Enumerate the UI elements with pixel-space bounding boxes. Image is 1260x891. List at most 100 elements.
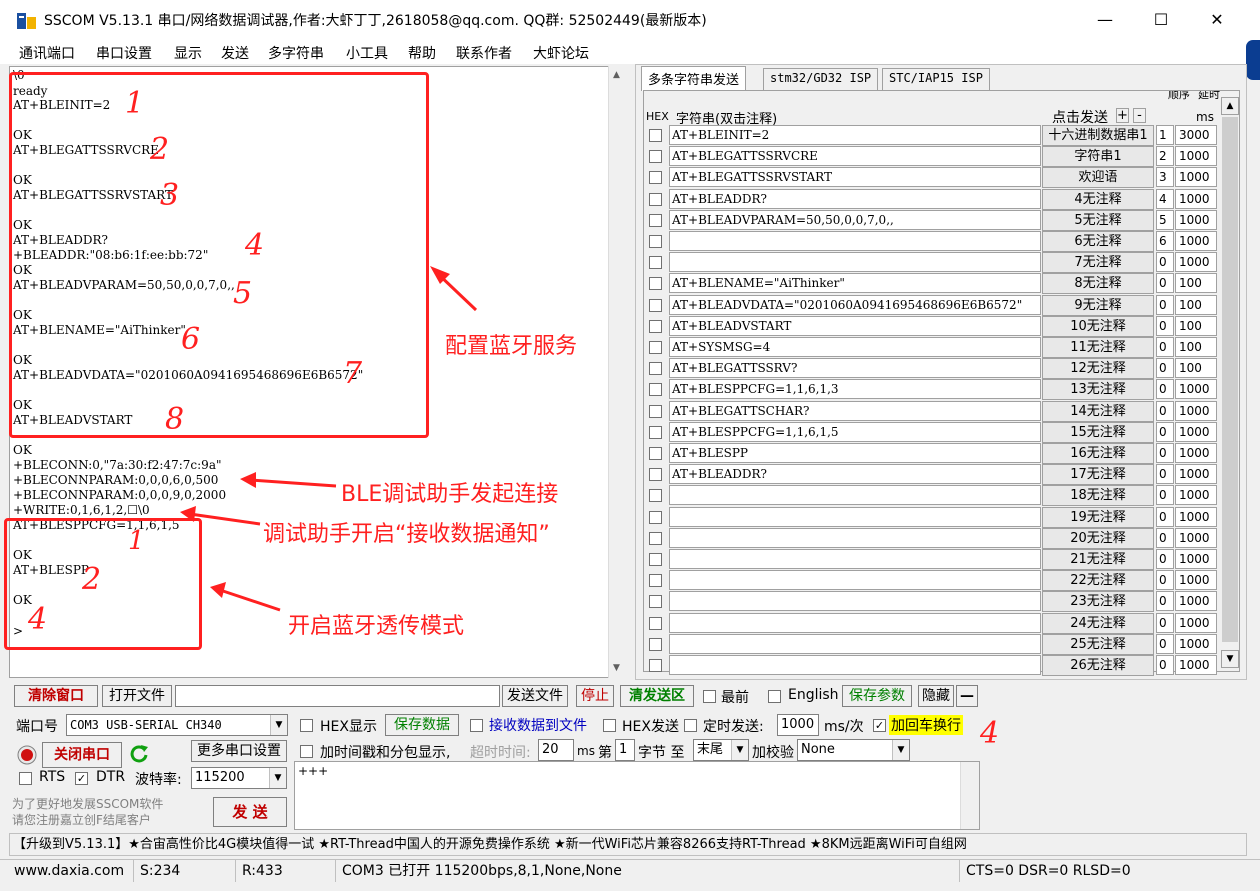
scroll-up-icon[interactable]: ▲ bbox=[609, 67, 624, 83]
scroll-down-icon[interactable]: ▼ bbox=[1221, 650, 1239, 668]
command-input[interactable] bbox=[669, 485, 1041, 506]
send-string-button[interactable]: 6无注释 bbox=[1042, 231, 1154, 252]
send-string-button[interactable]: 12无注释 bbox=[1042, 358, 1154, 380]
maximize-button[interactable]: ☐ bbox=[1138, 6, 1184, 34]
menu-tools[interactable]: 小工具 bbox=[346, 43, 388, 63]
hex-checkbox[interactable] bbox=[649, 298, 662, 312]
send-text-area[interactable] bbox=[294, 761, 980, 830]
send-string-button[interactable]: 23无注释 bbox=[1042, 591, 1154, 613]
send-string-button[interactable]: 10无注释 bbox=[1042, 315, 1154, 337]
hex-checkbox[interactable] bbox=[649, 404, 662, 418]
hex-checkbox[interactable] bbox=[649, 213, 662, 227]
order-input[interactable]: 0 bbox=[1156, 421, 1174, 442]
order-input[interactable]: 0 bbox=[1156, 527, 1174, 548]
command-input[interactable]: AT+BLENAME="AiThinker" bbox=[669, 273, 1041, 294]
delay-input[interactable]: 100 bbox=[1175, 358, 1217, 379]
hex-checkbox[interactable] bbox=[649, 553, 662, 566]
send-string-button[interactable]: 16无注释 bbox=[1042, 443, 1154, 464]
order-input[interactable]: 0 bbox=[1156, 337, 1174, 357]
scroll-down-icon[interactable]: ▼ bbox=[609, 660, 624, 676]
send-string-button[interactable]: 4无注释 bbox=[1042, 188, 1154, 210]
delay-input[interactable]: 1000 bbox=[1175, 570, 1217, 591]
hex-checkbox[interactable] bbox=[649, 192, 662, 206]
tab-stm32-isp[interactable]: stm32/GD32 ISP bbox=[763, 68, 879, 90]
hex-checkbox[interactable] bbox=[649, 319, 662, 333]
receive-scrollbar[interactable] bbox=[608, 66, 625, 678]
send-scrollbar[interactable] bbox=[960, 762, 979, 829]
tab-multi-string[interactable]: 多条字符串发送 bbox=[641, 66, 747, 91]
chevron-down-icon[interactable]: ▼ bbox=[731, 740, 748, 760]
order-input[interactable]: 0 bbox=[1156, 655, 1174, 675]
command-input[interactable] bbox=[669, 591, 1041, 612]
delay-input[interactable]: 1000 bbox=[1175, 146, 1217, 167]
hex-checkbox[interactable] bbox=[649, 637, 662, 651]
timed-send-checkbox[interactable] bbox=[684, 719, 697, 732]
add-row-button[interactable]: + bbox=[1116, 108, 1129, 123]
hex-checkbox[interactable] bbox=[649, 447, 662, 460]
send-string-button[interactable]: 5无注释 bbox=[1042, 209, 1154, 231]
send-string-button[interactable]: 15无注释 bbox=[1042, 421, 1154, 443]
command-input[interactable]: AT+BLEADVDATA="0201060A0941695468696E6B6… bbox=[669, 294, 1041, 315]
send-string-button[interactable]: 13无注释 bbox=[1042, 379, 1154, 401]
hex-checkbox[interactable] bbox=[649, 171, 662, 185]
order-input[interactable]: 0 bbox=[1156, 570, 1174, 591]
command-input[interactable] bbox=[669, 655, 1041, 675]
open-file-button[interactable]: 打开文件 bbox=[102, 685, 172, 707]
send-string-button[interactable]: 24无注释 bbox=[1042, 612, 1154, 634]
command-input[interactable] bbox=[669, 549, 1041, 569]
command-input[interactable]: AT+BLEGATTSSRVSTART bbox=[669, 167, 1041, 188]
timeout-input[interactable]: 20 bbox=[538, 739, 574, 761]
order-input[interactable]: 4 bbox=[1156, 188, 1174, 209]
hex-checkbox[interactable] bbox=[649, 425, 662, 439]
send-string-button[interactable]: 25无注释 bbox=[1042, 633, 1154, 655]
send-string-button[interactable]: 18无注释 bbox=[1042, 485, 1154, 507]
order-input[interactable]: 0 bbox=[1156, 506, 1174, 527]
hex-checkbox[interactable] bbox=[649, 595, 662, 609]
rts-checkbox[interactable] bbox=[19, 772, 32, 785]
delay-input[interactable]: 1000 bbox=[1175, 400, 1217, 421]
command-input[interactable] bbox=[669, 231, 1041, 251]
panel-splitter[interactable] bbox=[627, 66, 635, 680]
delay-input[interactable]: 1000 bbox=[1175, 209, 1217, 230]
menu-multi-string[interactable]: 多字符串 bbox=[268, 43, 324, 63]
hex-checkbox[interactable] bbox=[649, 659, 662, 672]
add-crlf-checkbox[interactable]: ✓ bbox=[873, 719, 886, 732]
chevron-down-icon[interactable]: ▼ bbox=[892, 740, 909, 760]
hex-checkbox[interactable] bbox=[649, 574, 662, 588]
stop-button[interactable]: 停止 bbox=[576, 685, 614, 707]
menu-display[interactable]: 显示 bbox=[174, 43, 202, 63]
remove-row-button[interactable]: - bbox=[1133, 108, 1146, 123]
command-input[interactable] bbox=[669, 506, 1041, 527]
send-string-button[interactable]: 8无注释 bbox=[1042, 273, 1154, 295]
command-input[interactable]: AT+SYSMSG=4 bbox=[669, 337, 1041, 357]
order-input[interactable]: 0 bbox=[1156, 612, 1174, 633]
delay-input[interactable]: 1000 bbox=[1175, 612, 1217, 633]
send-string-button[interactable]: 22无注释 bbox=[1042, 570, 1154, 592]
delay-input[interactable]: 1000 bbox=[1175, 633, 1217, 654]
command-input[interactable]: AT+BLEGATTSSRV? bbox=[669, 358, 1041, 379]
close-button[interactable]: ✕ bbox=[1194, 6, 1240, 34]
hex-checkbox[interactable] bbox=[649, 383, 662, 397]
clear-send-button[interactable]: 清发送区 bbox=[620, 685, 694, 707]
order-input[interactable]: 2 bbox=[1156, 146, 1174, 167]
send-string-button[interactable]: 11无注释 bbox=[1042, 337, 1154, 358]
hex-checkbox[interactable] bbox=[649, 277, 662, 291]
delay-input[interactable]: 1000 bbox=[1175, 506, 1217, 527]
byte-from-input[interactable]: 1 bbox=[615, 739, 635, 761]
hide-button[interactable]: 隐藏 bbox=[918, 685, 954, 707]
send-string-button[interactable]: 21无注释 bbox=[1042, 549, 1154, 570]
recv-to-file-checkbox[interactable] bbox=[470, 719, 483, 732]
command-input[interactable]: AT+BLESPP bbox=[669, 443, 1041, 463]
order-input[interactable]: 0 bbox=[1156, 315, 1174, 336]
hex-checkbox[interactable] bbox=[649, 489, 662, 503]
command-input[interactable]: AT+BLEADVSTART bbox=[669, 315, 1041, 336]
hex-checkbox[interactable] bbox=[649, 531, 662, 545]
news-ticker[interactable]: 【升级到V5.13.1】★合宙高性价比4G模块值得一试 ★RT-Thread中国… bbox=[9, 833, 1247, 856]
send-file-button[interactable]: 发送文件 bbox=[502, 685, 568, 707]
more-settings-button[interactable]: 更多串口设置 bbox=[191, 740, 287, 762]
command-input[interactable] bbox=[669, 633, 1041, 654]
order-input[interactable]: 5 bbox=[1156, 209, 1174, 230]
delay-input[interactable]: 1000 bbox=[1175, 167, 1217, 188]
delay-input[interactable]: 100 bbox=[1175, 294, 1217, 315]
order-input[interactable]: 0 bbox=[1156, 400, 1174, 421]
